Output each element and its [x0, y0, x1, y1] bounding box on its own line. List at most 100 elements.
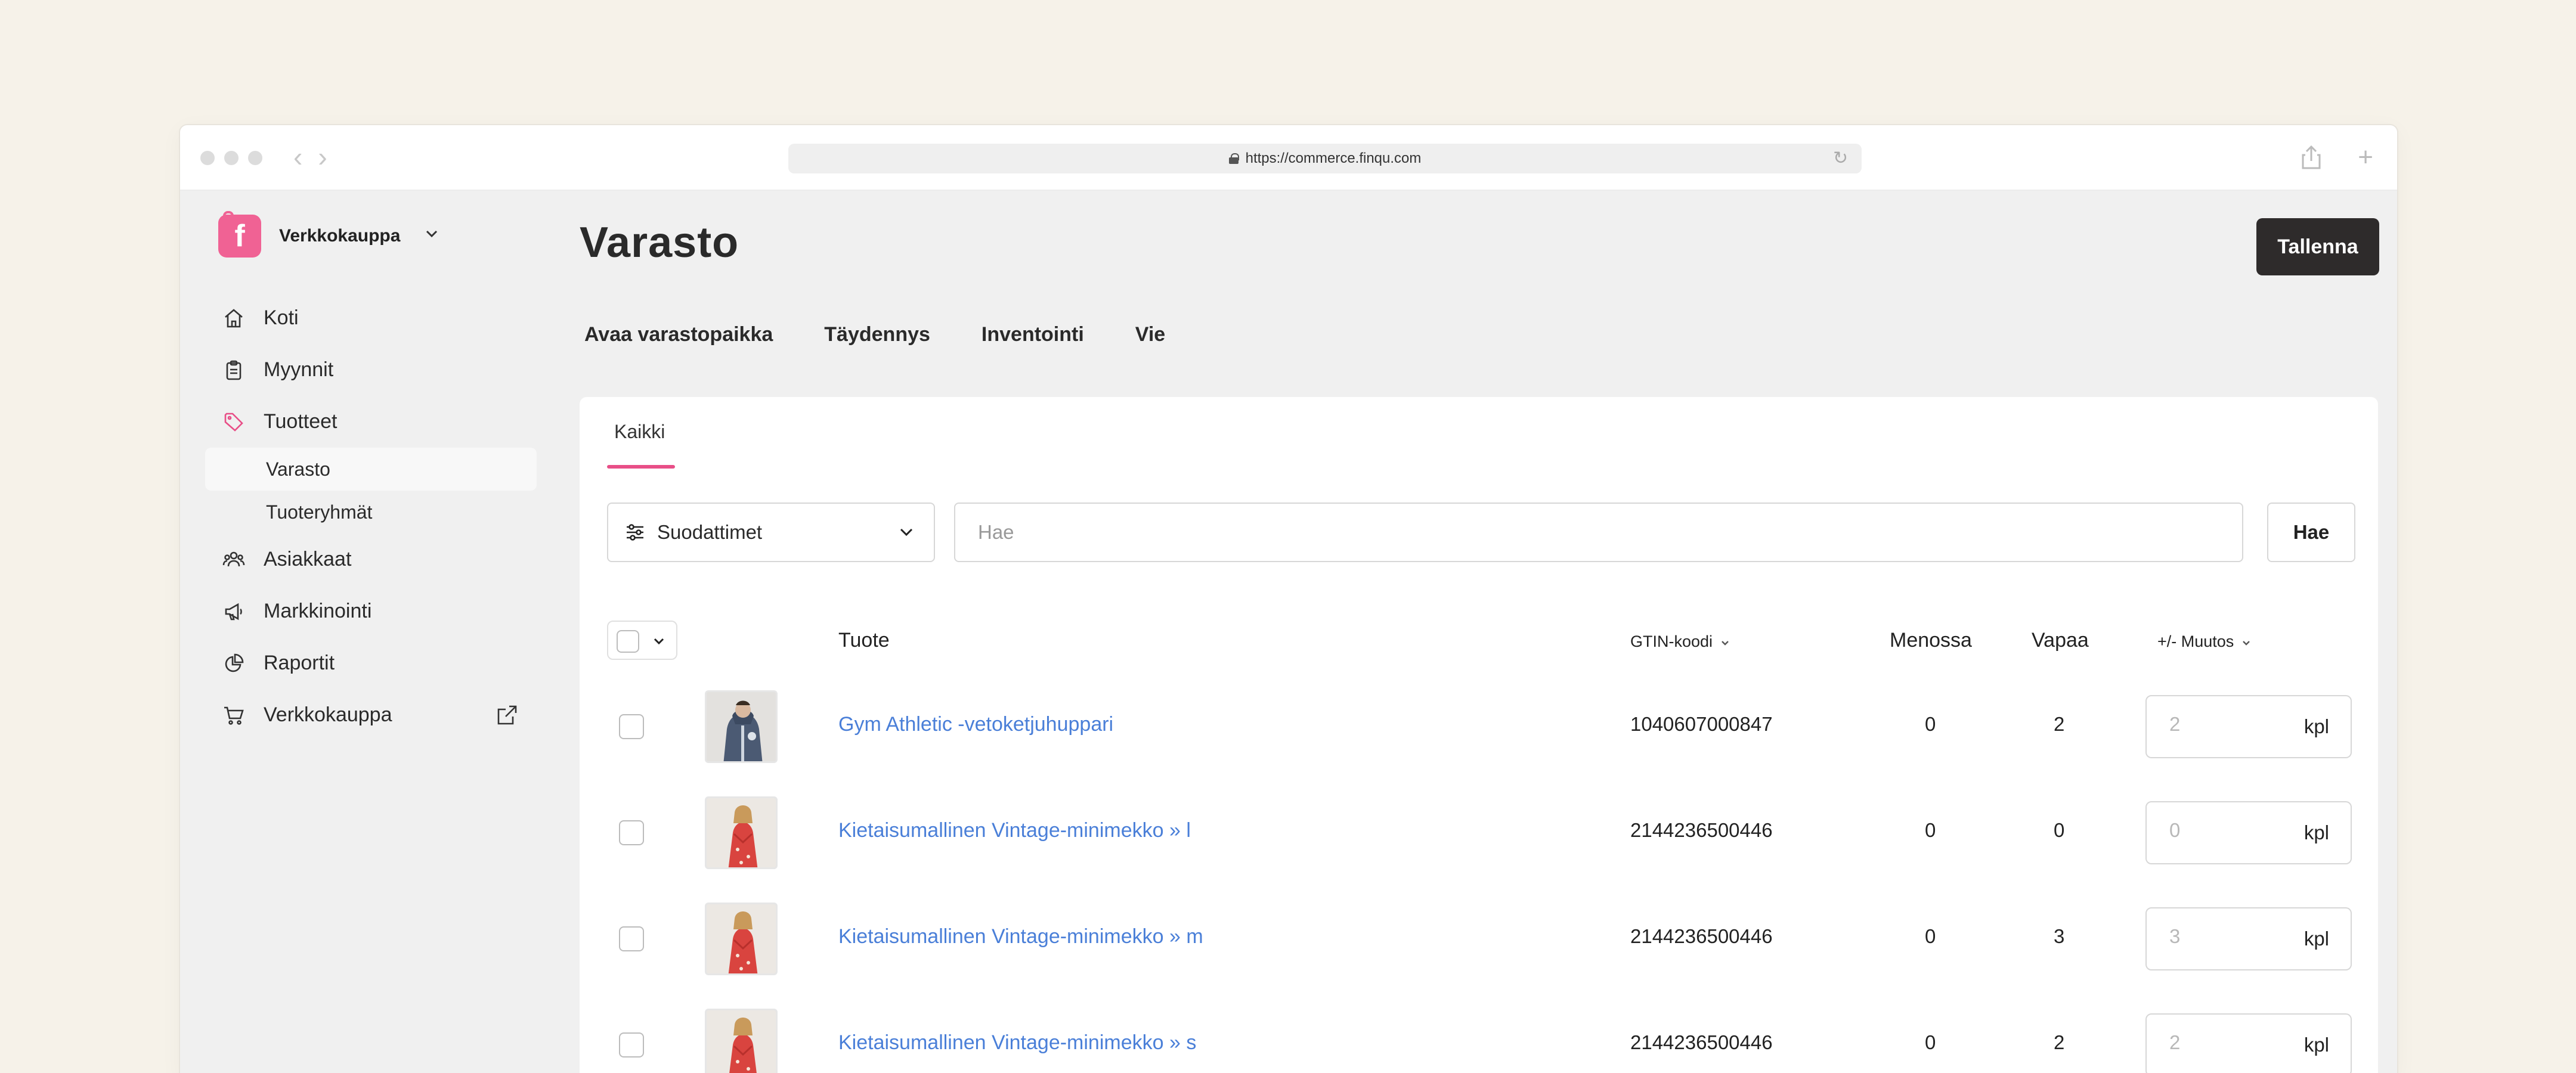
table-header: Tuote GTIN-koodi Menossa Vapaa +/- Muuto…	[580, 621, 2378, 662]
row-checkbox[interactable]	[619, 926, 644, 951]
free-value: 3	[2054, 925, 2065, 947]
back-arrow-icon[interactable]: ‹	[293, 143, 302, 170]
browser-titlebar: ‹ › https://commerce.finqu.com ↻ +	[180, 125, 2397, 191]
active-tab-indicator	[607, 465, 675, 469]
sidebar-item-label: Tuotteet	[264, 410, 338, 433]
column-gtin-label: GTIN-koodi	[1630, 632, 1713, 650]
filters-dropdown[interactable]: Suodattimet	[607, 503, 935, 562]
sidebar: f Verkkokauppa Koti Myynnit Tuotteet Var…	[180, 191, 550, 1073]
open-location-action[interactable]: Avaa varastopaikka	[584, 323, 773, 346]
outgoing-value: 0	[1925, 819, 1936, 841]
sidebar-item-myynnit[interactable]: Myynnit	[205, 344, 537, 396]
minimize-window-dot[interactable]	[224, 151, 239, 165]
bulk-select[interactable]	[607, 621, 677, 660]
sliders-icon	[625, 522, 645, 542]
product-thumbnail[interactable]	[705, 796, 778, 869]
maximize-window-dot[interactable]	[248, 151, 262, 165]
tag-icon	[222, 410, 246, 434]
gtin-value: 1040607000847	[1630, 713, 1773, 735]
tab-all[interactable]: Kaikki	[614, 421, 665, 443]
quantity-change-input[interactable]	[2169, 1031, 2265, 1054]
unit-label: kpl	[2303, 928, 2329, 950]
sidebar-nav: Koti Myynnit Tuotteet Varasto Tuoteryhmä…	[205, 292, 537, 741]
row-checkbox[interactable]	[619, 820, 644, 845]
reload-icon[interactable]: ↻	[1833, 150, 1851, 168]
chevron-down-icon	[896, 522, 917, 543]
inventory-card: Kaikki Suodattimet Hae Hae Tuote GTIN-ko…	[580, 397, 2378, 1073]
row-checkbox[interactable]	[619, 714, 644, 739]
product-name-link[interactable]: Gym Athletic -vetoketjuhuppari	[838, 713, 1113, 736]
sidebar-item-tuotteet[interactable]: Tuotteet	[205, 396, 537, 448]
free-value: 2	[2054, 713, 2065, 735]
sidebar-item-label: Koti	[264, 306, 299, 329]
external-link-icon[interactable]	[495, 703, 519, 727]
sidebar-item-asiakkaat[interactable]: Asiakkaat	[205, 534, 537, 585]
sort-chevron-icon	[1722, 641, 1729, 646]
quantity-change-field[interactable]: kpl	[2145, 1013, 2352, 1073]
unit-label: kpl	[2303, 821, 2329, 843]
column-outgoing: Menossa	[1890, 629, 1972, 652]
sidebar-item-label: Varasto	[266, 458, 330, 480]
address-bar[interactable]: https://commerce.finqu.com ↻	[788, 144, 1862, 173]
home-icon	[222, 306, 246, 330]
sort-chevron-icon	[2243, 641, 2250, 646]
product-name-link[interactable]: Kietaisumallinen Vintage-minimekko » s	[838, 1031, 1196, 1055]
column-product: Tuote	[838, 629, 890, 652]
quantity-change-field[interactable]: kpl	[2145, 907, 2352, 970]
free-value: 2	[2054, 1031, 2065, 1053]
outgoing-value: 0	[1925, 713, 1936, 735]
history-nav: ‹ ›	[293, 143, 327, 170]
sidebar-item-markkinointi[interactable]: Markkinointi	[205, 585, 537, 637]
url-text: https://commerce.finqu.com	[1245, 150, 1422, 166]
forward-arrow-icon[interactable]: ›	[318, 143, 327, 170]
sidebar-item-koti[interactable]: Koti	[205, 292, 537, 344]
product-name-link[interactable]: Kietaisumallinen Vintage-minimekko » l	[838, 819, 1191, 842]
select-all-checkbox[interactable]	[617, 630, 639, 653]
filters-label: Suodattimet	[657, 521, 763, 543]
finqu-logo: f	[218, 211, 261, 258]
share-icon[interactable]	[2301, 144, 2322, 175]
close-window-dot[interactable]	[200, 151, 215, 165]
store-switcher[interactable]: f Verkkokauppa	[218, 211, 439, 258]
megaphone-icon	[222, 600, 246, 624]
gtin-value: 2144236500446	[1630, 925, 1773, 947]
lock-icon	[1228, 153, 1239, 164]
users-icon	[222, 548, 246, 572]
inventory-action[interactable]: Inventointi	[982, 323, 1084, 346]
column-change[interactable]: +/- Muutos	[2157, 632, 2253, 651]
chevron-down-icon[interactable]	[650, 632, 668, 650]
new-tab-icon[interactable]: +	[2358, 144, 2373, 175]
search-input[interactable]	[954, 503, 2243, 562]
sidebar-item-label: Myynnit	[264, 358, 334, 381]
table-row: Gym Athletic -vetoketjuhuppari 104060700…	[580, 672, 2378, 779]
sidebar-item-label: Tuoteryhmät	[266, 501, 373, 523]
product-thumbnail[interactable]	[705, 690, 778, 763]
sidebar-item-tuoteryhmat[interactable]: Tuoteryhmät	[205, 491, 537, 534]
sidebar-item-raportit[interactable]: Raportit	[205, 637, 537, 689]
clipboard-icon	[222, 358, 246, 382]
column-change-label: +/- Muutos	[2157, 632, 2234, 650]
quantity-change-input[interactable]	[2169, 713, 2265, 736]
quantity-change-input[interactable]	[2169, 819, 2265, 842]
save-button[interactable]: Tallenna	[2256, 218, 2379, 275]
quantity-change-field[interactable]: kpl	[2145, 695, 2352, 758]
search-button[interactable]: Hae	[2267, 503, 2355, 562]
store-name: Verkkokauppa	[279, 226, 401, 246]
table-row: Kietaisumallinen Vintage-minimekko » s 2…	[580, 991, 2378, 1073]
product-thumbnail[interactable]	[705, 1009, 778, 1073]
column-gtin[interactable]: GTIN-koodi	[1630, 632, 1732, 651]
table-row: Kietaisumallinen Vintage-minimekko » l 2…	[580, 779, 2378, 885]
sidebar-item-varasto[interactable]: Varasto	[205, 448, 537, 491]
page-title: Varasto	[580, 219, 739, 266]
main-content: Varasto Tallenna Avaa varastopaikka Täyd…	[580, 191, 2397, 1073]
quantity-change-input[interactable]	[2169, 925, 2265, 948]
sidebar-item-verkkokauppa[interactable]: Verkkokauppa	[205, 689, 537, 741]
row-checkbox[interactable]	[619, 1032, 644, 1058]
replenish-action[interactable]: Täydennys	[824, 323, 930, 346]
export-action[interactable]: Vie	[1135, 323, 1165, 346]
pie-chart-icon	[222, 652, 246, 675]
product-thumbnail[interactable]	[705, 903, 778, 975]
product-name-link[interactable]: Kietaisumallinen Vintage-minimekko » m	[838, 925, 1203, 948]
quantity-change-field[interactable]: kpl	[2145, 801, 2352, 864]
page-actions: Avaa varastopaikka Täydennys Inventointi…	[584, 323, 1165, 346]
